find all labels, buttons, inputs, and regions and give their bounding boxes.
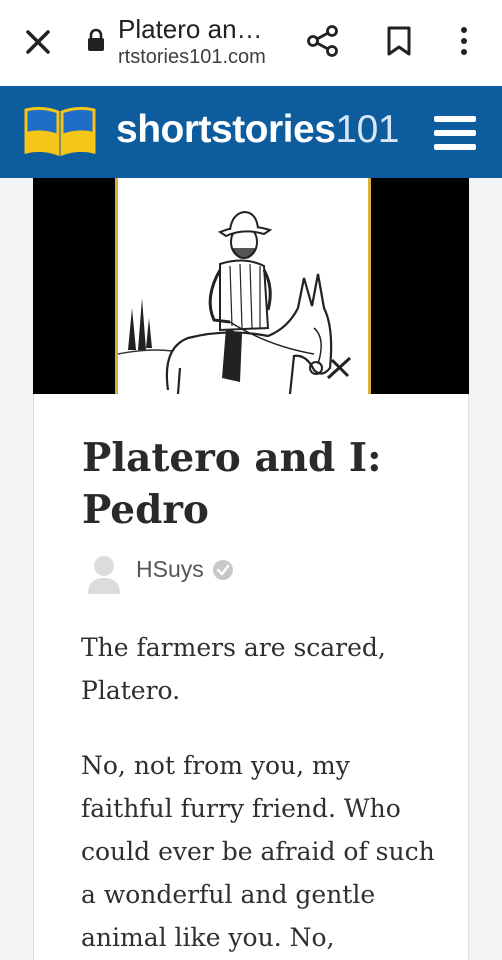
illustration-man-on-donkey — [115, 178, 371, 394]
menu-icon — [434, 116, 476, 150]
brand-number: 101 — [335, 108, 399, 151]
menu-button[interactable] — [432, 114, 478, 152]
article-paragraph: No, not from you, my faithful furry frie… — [81, 751, 435, 952]
avatar-icon[interactable] — [86, 554, 122, 594]
article-card: Platero and I: Pedro HSuys The farmers a… — [33, 394, 469, 960]
share-button[interactable] — [306, 24, 340, 58]
url-text[interactable]: rtstories101.com — [118, 46, 266, 69]
article-title: Platero and I: Pedro — [82, 435, 382, 533]
lock-icon — [86, 28, 106, 52]
bookmark-button[interactable] — [384, 24, 414, 58]
site-header: shortstories101 — [0, 86, 502, 178]
site-brand[interactable]: shortstories101 — [116, 108, 399, 152]
browser-toolbar: Platero an… rtstories101.com — [0, 0, 502, 86]
more-options-button[interactable] — [452, 24, 476, 58]
more-vert-icon — [461, 27, 467, 55]
close-icon — [26, 30, 50, 54]
brand-name: shortstories — [116, 108, 336, 151]
article-hero-image — [33, 178, 469, 394]
close-button[interactable] — [22, 26, 54, 58]
share-icon — [307, 25, 338, 57]
page-title-tab: Platero an… — [118, 14, 263, 44]
verified-icon — [212, 559, 234, 581]
article-paragraph: The farmers are scared, Platero. — [81, 633, 386, 705]
book-logo-icon[interactable] — [22, 104, 98, 158]
author-name[interactable]: HSuys — [136, 556, 204, 583]
bookmark-icon — [387, 26, 411, 56]
